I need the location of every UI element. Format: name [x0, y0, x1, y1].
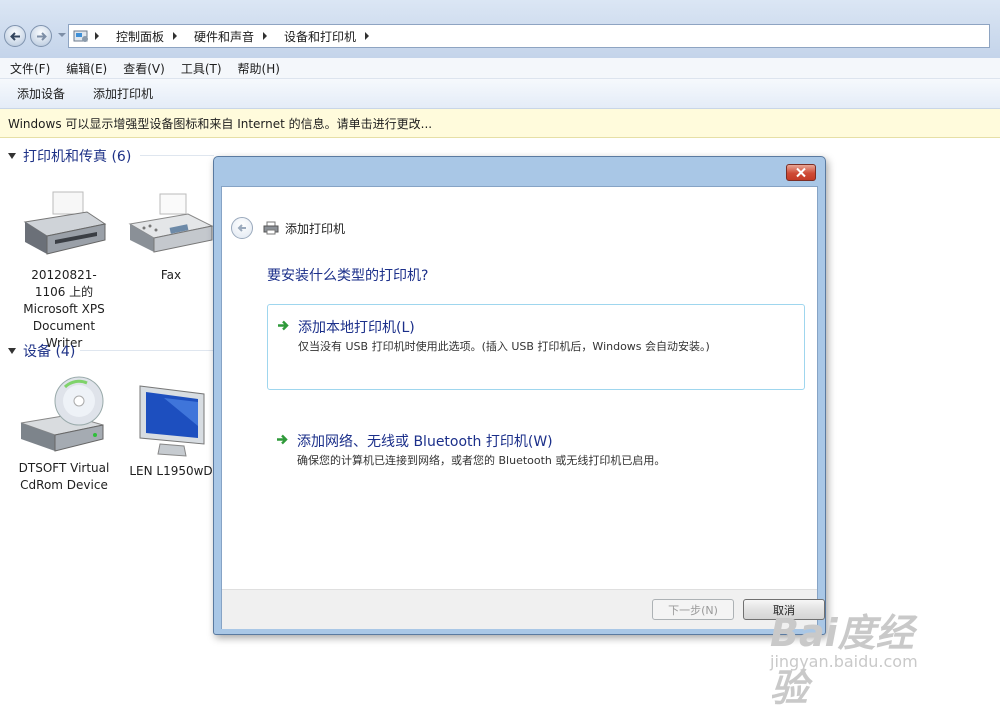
dialog-back-button[interactable]: [231, 217, 253, 239]
breadcrumb-devices-printers[interactable]: 设备和打印机: [284, 28, 378, 45]
device-xps-writer[interactable]: 20120821-1106 上的 Microsoft XPS Document …: [17, 190, 111, 352]
watermark-url: jingyan.baidu.com: [770, 652, 918, 671]
printer-icon: [23, 191, 107, 255]
device-label: 20120821-1106 上的 Microsoft XPS Document …: [23, 268, 105, 350]
next-button[interactable]: 下一步(N): [652, 599, 734, 620]
breadcrumb-label: 硬件和声音: [194, 29, 255, 44]
collapse-triangle-icon: [8, 153, 16, 159]
add-printer-button[interactable]: 添加打印机: [93, 85, 153, 102]
option-add-local-printer[interactable]: 添加本地打印机(L) 仅当没有 USB 打印机时使用此选项。(插入 USB 打印…: [267, 304, 805, 390]
device-fax[interactable]: Fax: [124, 190, 218, 284]
option-description: 确保您的计算机已连接到网络，或者您的 Bluetooth 或无线打印机已启用。: [297, 454, 666, 467]
breadcrumb-control-panel[interactable]: 控制面板: [116, 28, 186, 45]
cdrom-drive-icon: [20, 376, 104, 452]
arrow-right-icon: [37, 32, 47, 41]
add-printer-dialog: 添加打印机 要安装什么类型的打印机? 添加本地打印机(L) 仅当没有 USB 打…: [213, 156, 826, 635]
menu-bar: 文件(F) 编辑(E) 查看(V) 工具(T) 帮助(H): [0, 58, 1000, 79]
option-title: 添加本地打印机(L): [298, 320, 415, 336]
recent-pages-dropdown[interactable]: [58, 33, 66, 37]
device-cdrom[interactable]: DTSOFT Virtual CdRom Device: [17, 375, 111, 494]
group-header-devices[interactable]: 设备 (4): [8, 341, 75, 361]
group-header-printers[interactable]: 打印机和传真 (6): [8, 146, 131, 166]
menu-edit[interactable]: 编辑(E): [66, 60, 107, 77]
green-arrow-icon: [277, 434, 288, 445]
fax-icon: [128, 193, 214, 253]
printer-small-icon: [263, 221, 279, 235]
arrow-left-icon: [237, 224, 246, 232]
option-title: 添加网络、无线或 Bluetooth 打印机(W): [297, 434, 553, 450]
menu-file[interactable]: 文件(F): [10, 60, 50, 77]
green-arrow-icon: [278, 320, 289, 331]
monitor-icon: [139, 385, 205, 457]
menu-tools[interactable]: 工具(T): [181, 60, 222, 77]
option-description: 仅当没有 USB 打印机时使用此选项。(插入 USB 打印机后，Windows …: [298, 340, 710, 353]
group-divider: [80, 350, 214, 351]
group-title: 设备 (4): [23, 344, 76, 360]
control-panel-icon: [73, 30, 88, 42]
menu-view[interactable]: 查看(V): [123, 60, 165, 77]
group-title: 打印机和传真 (6): [23, 149, 132, 165]
dialog-question: 要安装什么类型的打印机?: [267, 268, 429, 284]
baidu-watermark: Bai度经验 jingyan.baidu.com: [760, 592, 950, 710]
device-label: DTSOFT Virtual CdRom Device: [18, 461, 110, 492]
device-label: LEN L1950wD: [129, 464, 213, 478]
back-button[interactable]: [4, 25, 26, 47]
breadcrumb-label: 设备和打印机: [284, 29, 357, 44]
add-device-button[interactable]: 添加设备: [17, 85, 65, 102]
info-bar[interactable]: Windows 可以显示增强型设备图标和来自 Internet 的信息。请单击进…: [0, 109, 1000, 138]
option-add-network-printer[interactable]: 添加网络、无线或 Bluetooth 打印机(W) 确保您的计算机已连接到网络，…: [267, 419, 805, 479]
group-divider: [140, 155, 214, 156]
breadcrumb-hardware-sound[interactable]: 硬件和声音: [194, 28, 276, 45]
dialog-header: 添加打印机: [231, 217, 345, 239]
dialog-client-area: 添加打印机 要安装什么类型的打印机? 添加本地打印机(L) 仅当没有 USB 打…: [221, 186, 825, 629]
address-input[interactable]: 控制面板 硬件和声音 设备和打印机: [68, 24, 990, 48]
address-bar-area: 控制面板 硬件和声音 设备和打印机: [0, 0, 1000, 59]
info-bar-text: Windows 可以显示增强型设备图标和来自 Internet 的信息。请单击进…: [8, 116, 433, 131]
close-button[interactable]: [786, 164, 816, 181]
device-monitor[interactable]: LEN L1950wD: [124, 382, 218, 480]
breadcrumb-root-separator[interactable]: [95, 32, 108, 40]
collapse-triangle-icon: [8, 348, 16, 354]
forward-button[interactable]: [30, 25, 52, 47]
breadcrumb-label: 控制面板: [116, 29, 165, 44]
command-bar: 添加设备 添加打印机: [0, 79, 1000, 109]
menu-help[interactable]: 帮助(H): [238, 60, 280, 77]
device-label: Fax: [160, 268, 182, 282]
arrow-left-icon: [10, 32, 20, 41]
close-icon: [796, 167, 806, 178]
dialog-footer: 下一步(N) 取消: [222, 589, 825, 629]
dialog-title: 添加打印机: [285, 221, 346, 236]
